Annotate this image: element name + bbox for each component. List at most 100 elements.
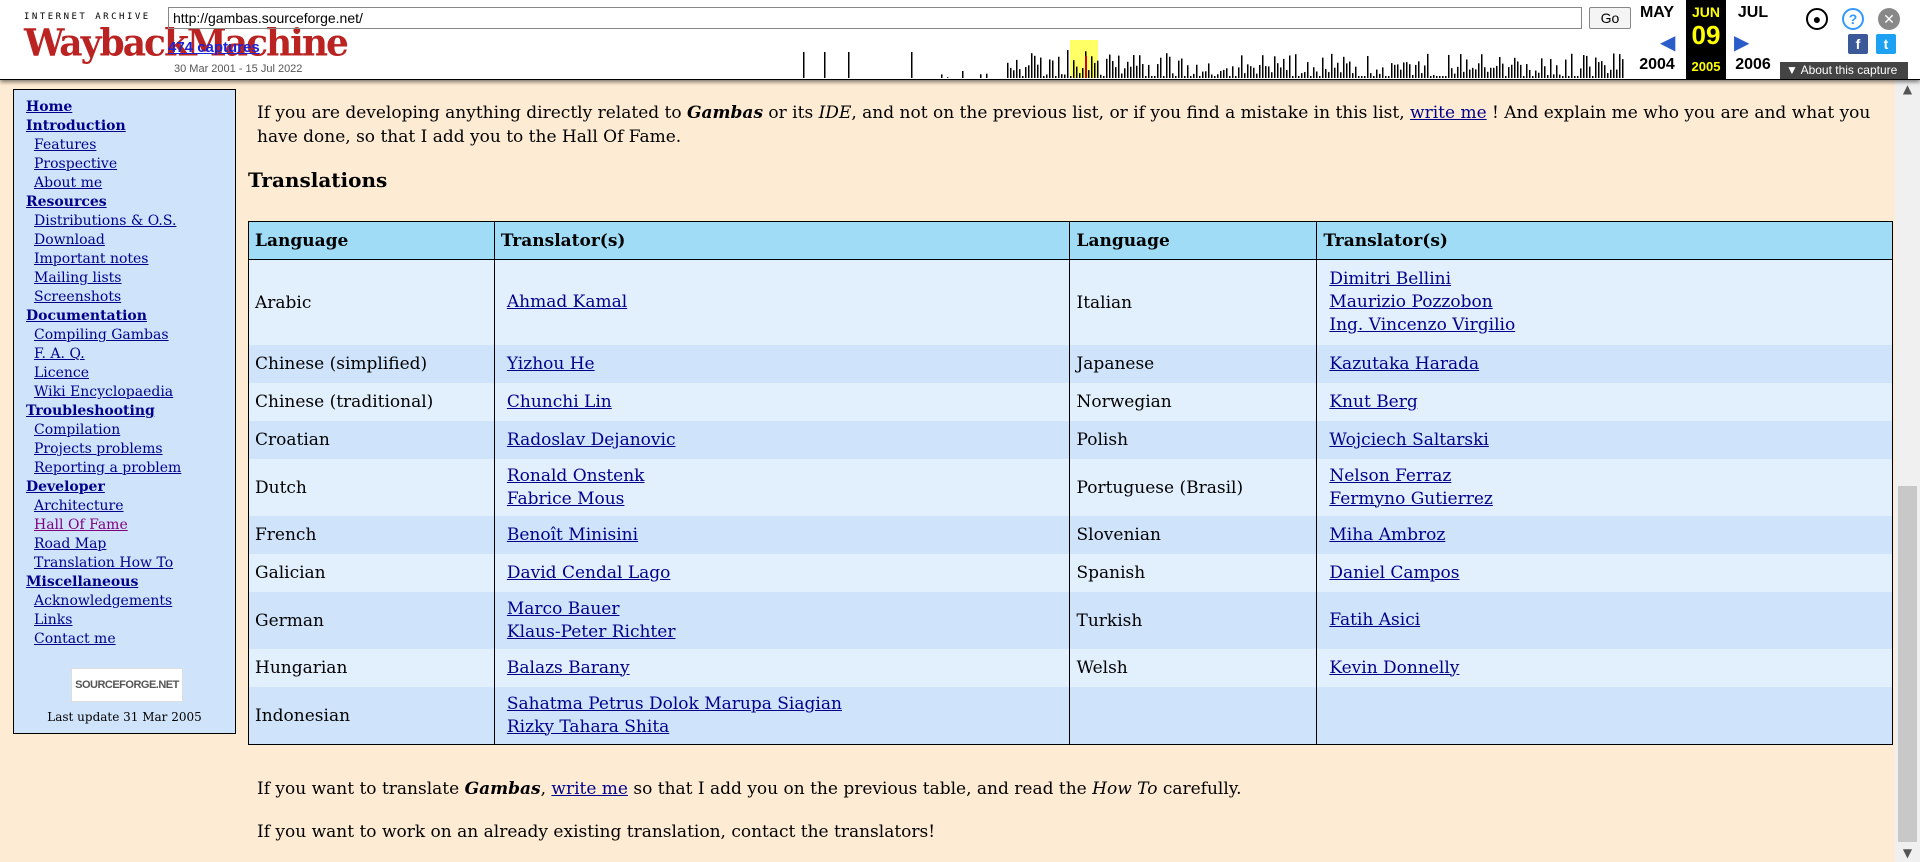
translator-link[interactable]: Ing. Vincenzo Virgilio bbox=[1323, 314, 1886, 337]
sidebar-link[interactable]: Troubleshooting bbox=[26, 403, 155, 419]
prev-capture-arrow-icon[interactable]: ◀ bbox=[1660, 30, 1675, 55]
wayback-logo[interactable]: INTERNET ARCHIVE WaybackMachine bbox=[24, 12, 349, 68]
scroll-up-icon[interactable]: ▲ bbox=[1895, 80, 1920, 98]
sidebar-item: Projects problems bbox=[26, 440, 235, 459]
sidebar-item: Architecture bbox=[26, 497, 235, 516]
sidebar-link[interactable]: Projects problems bbox=[34, 441, 163, 457]
sidebar-link[interactable]: Licence bbox=[34, 365, 89, 381]
translator-link[interactable]: Sahatma Petrus Dolok Marupa Siagian bbox=[501, 693, 1064, 716]
translator-link[interactable]: Kazutaka Harada bbox=[1323, 353, 1886, 376]
next-month-label: JUL bbox=[1737, 4, 1769, 21]
prev-month[interactable]: MAY 2004 bbox=[1622, 0, 1692, 80]
write-me-link[interactable]: write me bbox=[1410, 103, 1487, 123]
translator-link[interactable]: Rizky Tahara Shita bbox=[501, 716, 1064, 739]
outro-howto: How To bbox=[1092, 779, 1158, 799]
translator-link[interactable]: Miha Ambroz bbox=[1323, 524, 1886, 547]
sidebar-link[interactable]: Compilation bbox=[34, 422, 120, 438]
sidebar-link[interactable]: Hall Of Fame bbox=[34, 517, 128, 533]
language-cell: Japanese bbox=[1069, 345, 1318, 383]
sidebar-link[interactable]: Developer bbox=[26, 479, 105, 495]
sidebar-item: Prospective bbox=[26, 155, 235, 174]
sidebar-link[interactable]: Mailing lists bbox=[34, 270, 122, 286]
sidebar-link[interactable]: Download bbox=[34, 232, 105, 248]
sidebar-link[interactable]: Introduction bbox=[26, 118, 126, 134]
sidebar-link[interactable]: Wiki Encyclopaedia bbox=[34, 384, 173, 400]
twitter-icon[interactable]: t bbox=[1876, 34, 1896, 54]
outro-text-c: so that I add you on the previous table,… bbox=[627, 779, 1093, 799]
sidebar-link[interactable]: F. A. Q. bbox=[34, 346, 85, 362]
translator-link[interactable]: Knut Berg bbox=[1323, 391, 1886, 414]
intro-text-2: or its bbox=[763, 103, 819, 123]
sidebar-link[interactable]: Contact me bbox=[34, 631, 116, 647]
captures-link[interactable]: 474 captures bbox=[168, 39, 260, 56]
translator-link[interactable]: David Cendal Lago bbox=[501, 562, 1064, 585]
sidebar-link[interactable]: Reporting a problem bbox=[34, 460, 181, 476]
sidebar-item: Translation How To bbox=[26, 554, 235, 573]
translator-link[interactable]: Benoît Minisini bbox=[501, 524, 1064, 547]
translator-link[interactable]: Daniel Campos bbox=[1323, 562, 1886, 585]
sidebar-item: Compiling Gambas bbox=[26, 326, 235, 345]
about-capture-label: About this capture bbox=[1800, 63, 1898, 77]
translator-link[interactable]: Chunchi Lin bbox=[501, 391, 1064, 414]
translator-link[interactable]: Ronald Onstenk bbox=[501, 465, 1064, 488]
sidebar-link[interactable]: Road Map bbox=[34, 536, 106, 552]
translator-link[interactable]: Radoslav Dejanovic bbox=[501, 429, 1064, 452]
translator-link[interactable]: Wojciech Saltarski bbox=[1323, 429, 1886, 452]
translator-link[interactable]: Kevin Donnelly bbox=[1323, 657, 1886, 680]
capture-range: 30 Mar 2001 - 15 Jul 2022 bbox=[174, 63, 303, 75]
next-month[interactable]: JUL 2006 bbox=[1718, 0, 1788, 80]
sidebar-link[interactable]: Miscellaneous bbox=[26, 574, 138, 590]
translator-link[interactable]: Fermyno Gutierrez bbox=[1323, 488, 1886, 511]
translators-cell bbox=[1316, 687, 1893, 745]
scroll-down-icon[interactable]: ▼ bbox=[1895, 844, 1920, 862]
translator-link[interactable]: Fatih Asici bbox=[1323, 609, 1886, 632]
close-icon[interactable]: ✕ bbox=[1878, 8, 1900, 30]
translator-link[interactable]: Marco Bauer bbox=[501, 598, 1064, 621]
sidebar-link[interactable]: Documentation bbox=[26, 308, 147, 324]
translators-cell: Daniel Campos bbox=[1316, 554, 1893, 592]
sidebar-link[interactable]: Translation How To bbox=[34, 555, 173, 571]
sidebar-link[interactable]: Compiling Gambas bbox=[34, 327, 169, 343]
sidebar-link[interactable]: Home bbox=[26, 99, 72, 115]
translator-link[interactable]: Dimitri Bellini bbox=[1323, 268, 1886, 291]
sidebar-link[interactable]: Resources bbox=[26, 194, 107, 210]
user-icon[interactable]: ● bbox=[1806, 8, 1828, 30]
intro-text-1: If you are developing anything directly … bbox=[257, 103, 688, 123]
capture-sparkline[interactable] bbox=[785, 40, 1625, 78]
translators-cell: Wojciech Saltarski bbox=[1316, 421, 1893, 459]
sidebar-link[interactable]: Screenshots bbox=[34, 289, 121, 305]
translators-cell: Sahatma Petrus Dolok Marupa Siagian Rizky… bbox=[493, 687, 1071, 745]
sidebar-link[interactable]: Prospective bbox=[34, 156, 117, 172]
sidebar-link[interactable]: Architecture bbox=[34, 498, 124, 514]
sidebar-item: Documentation bbox=[26, 307, 235, 326]
sidebar-link[interactable]: Important notes bbox=[34, 251, 149, 267]
translations-body: Arabic Ahmad Kamal Italian Dimitri Bellini M… bbox=[248, 259, 1893, 745]
sidebar-link[interactable]: Links bbox=[34, 612, 72, 628]
translator-link[interactable]: Ahmad Kamal bbox=[501, 291, 1064, 314]
about-capture-button[interactable]: ▼ About this capture bbox=[1780, 62, 1908, 79]
sidebar-link[interactable]: Distributions & O.S. bbox=[34, 213, 176, 229]
sidebar-item: Acknowledgements bbox=[26, 592, 235, 611]
language-cell: German bbox=[248, 592, 495, 649]
page-scrollbar[interactable]: ▲ ▼ bbox=[1895, 80, 1920, 862]
url-input[interactable]: http://gambas.sourceforge.net/ bbox=[168, 7, 1582, 29]
sidebar-link[interactable]: About me bbox=[34, 175, 102, 191]
sidebar-link[interactable]: Features bbox=[34, 137, 96, 153]
translators-cell: Yizhou He bbox=[493, 345, 1071, 383]
scrollbar-thumb[interactable] bbox=[1898, 486, 1917, 842]
sourceforge-logo[interactable]: SOURCEFORGE.NET bbox=[71, 668, 183, 702]
translator-link[interactable]: Fabrice Mous bbox=[501, 488, 1064, 511]
translator-link[interactable]: Klaus-Peter Richter bbox=[501, 621, 1064, 644]
translators-cell: Fatih Asici bbox=[1316, 592, 1893, 649]
translator-link[interactable]: Nelson Ferraz bbox=[1323, 465, 1886, 488]
translator-link[interactable]: Yizhou He bbox=[501, 353, 1064, 376]
translator-link[interactable]: Balazs Barany bbox=[501, 657, 1064, 680]
wayback-toolbar: INTERNET ARCHIVE WaybackMachine http://g… bbox=[0, 0, 1920, 80]
translator-link[interactable]: Maurizio Pozzobon bbox=[1323, 291, 1886, 314]
write-me-link-2[interactable]: write me bbox=[551, 779, 628, 799]
sidebar-link[interactable]: Acknowledgements bbox=[34, 593, 172, 609]
translators-cell: Ahmad Kamal bbox=[493, 259, 1071, 345]
help-icon[interactable]: ? bbox=[1842, 8, 1864, 30]
facebook-icon[interactable]: f bbox=[1848, 34, 1868, 54]
header-language-2: Language bbox=[1069, 221, 1318, 260]
